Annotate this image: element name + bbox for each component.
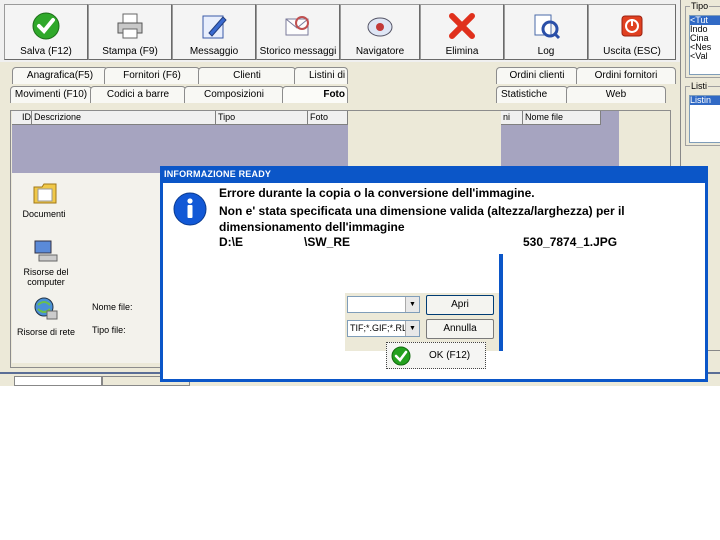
message-button[interactable]: Messaggio: [172, 4, 256, 60]
delete-button[interactable]: Elimina: [420, 4, 504, 60]
log-button[interactable]: Log: [504, 4, 588, 60]
tipo-group-title: Tipo: [690, 1, 710, 11]
print-button[interactable]: Stampa (F9): [88, 4, 172, 60]
error-line-3: dimensionamento dell'immagine: [219, 220, 405, 234]
navigator-button[interactable]: Navigatore: [340, 4, 420, 60]
navigator-button-label: Navigatore: [355, 46, 405, 57]
tipo-list-item[interactable]: <Val: [690, 52, 720, 61]
exit-button[interactable]: Uscita (ESC): [588, 4, 676, 60]
message-history-button[interactable]: Storico messaggi: [256, 4, 340, 60]
column-header-nome-file[interactable]: Nome file: [523, 111, 601, 125]
message-history-button-label: Storico messaggi: [259, 46, 337, 57]
listino-group: Listi Listin: [685, 81, 720, 146]
tab-foto[interactable]: Foto: [282, 86, 348, 103]
error-message-dialog: INFORMAZIONE READY Errore durante la cop…: [160, 166, 708, 382]
printer-icon: [117, 13, 143, 39]
filename-label: Nome file:: [92, 302, 133, 312]
listino-group-title: Listi: [690, 81, 709, 91]
message-history-icon: [285, 16, 309, 36]
filetype-value: TIF;*.GIF;*.RL: [350, 323, 408, 333]
exit-button-label: Uscita (ESC): [603, 46, 661, 57]
exit-icon: [621, 15, 643, 37]
check-icon: [32, 12, 60, 40]
chevron-down-icon[interactable]: ▼: [405, 297, 419, 312]
error-path-middle: \SW_RE: [304, 235, 351, 249]
column-header-foto[interactable]: Foto: [308, 111, 348, 125]
dialog-border-segment: [499, 254, 503, 351]
chevron-down-icon[interactable]: ▼: [405, 321, 419, 336]
dialog-title: INFORMAZIONE READY: [164, 169, 272, 179]
tab-composizioni[interactable]: Composizioni: [184, 86, 284, 103]
message-button-label: Messaggio: [189, 46, 239, 57]
ok-button-label: OK (F12): [429, 350, 471, 361]
tab-statistiche[interactable]: Statistiche: [496, 86, 568, 103]
message-icon: [202, 15, 227, 39]
info-icon: [173, 192, 207, 226]
listino-list[interactable]: Listin: [689, 95, 720, 143]
delete-icon: [449, 13, 475, 39]
filename-combo[interactable]: ▼: [347, 296, 420, 313]
column-header-ni[interactable]: ni: [501, 111, 523, 125]
tab-ordini-fornitori[interactable]: Ordini fornitori: [576, 67, 676, 84]
log-icon: [534, 14, 561, 40]
tab-ordini-clienti[interactable]: Ordini clienti: [496, 67, 578, 84]
open-button[interactable]: Apri: [426, 295, 494, 315]
column-header-descrizione[interactable]: Descrizione: [32, 111, 216, 125]
error-line-2: Non e' stata specificata una dimensione …: [219, 204, 625, 218]
column-header-id[interactable]: ID: [12, 111, 32, 125]
navigator-icon: [367, 17, 393, 37]
computer-icon[interactable]: [32, 237, 60, 265]
filetype-combo[interactable]: TIF;*.GIF;*.RL ▼: [347, 320, 420, 337]
check-icon: [391, 346, 411, 366]
print-button-label: Stampa (F9): [102, 46, 158, 57]
tab-anagrafica[interactable]: Anagrafica(F5): [12, 67, 108, 84]
main-toolbar: Salva (F12) Stampa (F9) Messaggio Storic…: [0, 0, 680, 62]
photo-grid-right[interactable]: ni Nome file: [501, 111, 619, 173]
tab-web[interactable]: Web: [566, 86, 666, 103]
folder-icon[interactable]: [32, 179, 60, 207]
network-icon[interactable]: [32, 295, 60, 323]
ok-button[interactable]: OK (F12): [386, 342, 486, 369]
bottom-tab[interactable]: [14, 376, 102, 386]
tab-movimenti[interactable]: Movimenti (F10): [10, 86, 92, 103]
photo-grid[interactable]: ID Descrizione Tipo Foto: [12, 111, 348, 173]
place-risorse-di-rete[interactable]: Risorse di rete: [11, 327, 81, 337]
save-button[interactable]: Salva (F12): [4, 4, 88, 60]
tab-clienti[interactable]: Clienti: [198, 67, 296, 84]
place-risorse-del-computer[interactable]: Risorse del computer: [11, 267, 81, 287]
place-documenti[interactable]: Documenti: [9, 209, 79, 219]
filetype-label: Tipo file:: [92, 325, 126, 335]
listino-list-item[interactable]: Listin: [690, 96, 720, 105]
save-button-label: Salva (F12): [20, 46, 72, 57]
error-line-1: Errore durante la copia o la conversione…: [219, 186, 535, 200]
tipo-list[interactable]: <Tut Indo Cina <Nes <Val: [689, 15, 720, 75]
error-path-end: 530_7874_1.JPG: [523, 235, 618, 249]
log-button-label: Log: [537, 46, 555, 57]
delete-button-label: Elimina: [445, 46, 479, 57]
error-path-start: D:\E: [219, 235, 243, 249]
tipo-group: Tipo <Tut Indo Cina <Nes <Val: [685, 1, 720, 78]
tab-listini[interactable]: Listini di v: [294, 67, 348, 84]
tab-fornitori[interactable]: Fornitori (F6): [104, 67, 200, 84]
column-header-tipo[interactable]: Tipo: [216, 111, 308, 125]
tab-codici-a-barre[interactable]: Codici a barre: [90, 86, 186, 103]
cancel-button[interactable]: Annulla: [426, 319, 494, 339]
